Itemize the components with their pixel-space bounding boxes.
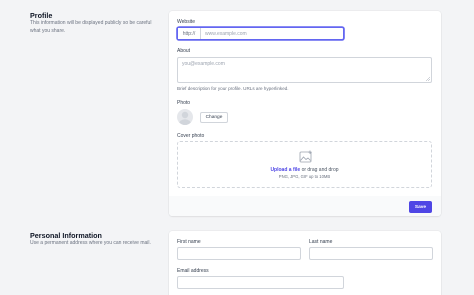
upload-instructions: Upload a file or drag and drop [178, 167, 431, 173]
personal-section-title: Personal Information [30, 231, 102, 240]
last-name-input[interactable] [309, 247, 433, 260]
website-field[interactable]: http:// www.example.com [177, 27, 344, 40]
website-prefix: http:// [178, 28, 200, 39]
profile-section-description: This information will be displayed publi… [30, 20, 152, 34]
user-avatar-icon [179, 111, 191, 125]
last-name-label: Last name [309, 239, 333, 245]
email-label: Email address [177, 268, 209, 274]
cover-photo-dropzone[interactable]: Upload a file or drag and drop PNG, JPG,… [177, 141, 432, 188]
about-placeholder: you@example.com [182, 61, 225, 67]
about-textarea[interactable]: you@example.com [177, 57, 432, 83]
cover-photo-label: Cover photo [177, 133, 205, 139]
upload-file-link[interactable]: Upload a file [270, 167, 300, 173]
first-name-input[interactable] [177, 247, 301, 260]
profile-card-footer [169, 196, 441, 216]
resize-handle-icon[interactable] [426, 77, 430, 81]
first-name-label: First name [177, 239, 201, 245]
photo-label: Photo [177, 100, 191, 106]
change-photo-button[interactable]: Change [200, 112, 228, 123]
avatar [177, 109, 193, 125]
about-label: About [177, 48, 191, 54]
email-input[interactable] [177, 276, 344, 289]
personal-section-description: Use a permanent address where you can re… [30, 240, 151, 246]
upload-drag-text: or drag and drop [301, 167, 339, 173]
upload-hint: PNG, JPG, GIF up to 10MB [278, 174, 331, 179]
save-button[interactable]: Save [409, 201, 432, 213]
about-help: Brief description for your profile. URLs… [177, 86, 289, 91]
website-input[interactable]: www.example.com [200, 28, 343, 39]
image-upload-icon [299, 150, 312, 163]
website-label: Website [177, 19, 195, 25]
profile-section-title: Profile [30, 11, 53, 20]
website-placeholder: www.example.com [205, 31, 247, 38]
